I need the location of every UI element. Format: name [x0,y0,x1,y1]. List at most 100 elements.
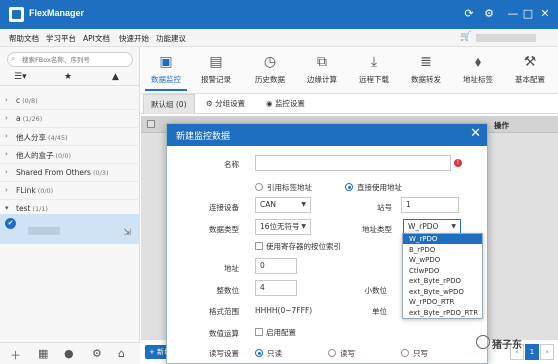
tree-group[interactable]: › FLink (0/0) [0,182,140,200]
radio-ref-tag-label: 引用标签地址 [267,183,312,192]
gear-icon[interactable]: ⚙ [482,7,496,21]
account-placeholder[interactable] [476,34,536,42]
group-label: FLink [16,186,36,195]
data-type-select[interactable]: 16位无符号 ▼ [255,219,311,235]
device-select[interactable]: CAN ▼ [255,197,311,213]
tool-remote-download[interactable]: ⤓ 远程下载 [349,51,399,91]
use-register-bit-checkbox[interactable] [255,242,263,250]
radio-direct-address[interactable] [345,183,353,191]
radio-write-only[interactable] [401,349,409,357]
tag-icon: ⬧ [474,54,482,70]
user-icon[interactable]: ● [64,347,74,360]
menu-feedback[interactable]: 功能建议 [156,33,186,44]
dropdown-option[interactable]: ext_Byte_wPDO [403,287,482,297]
list-view-icon[interactable]: ☰▾ [14,72,27,82]
chevron-right-icon: › [5,132,8,140]
close-icon[interactable]: ✕ [470,127,481,141]
download-icon: ⤓ [370,54,378,70]
search-box[interactable]: ⌕ [7,52,133,67]
app-logo-icon [9,7,24,22]
tool-address-tags[interactable]: ⬧ 地址标签 [453,51,503,91]
group-label: 他人分享 [16,133,46,142]
dropdown-option[interactable]: ext_Byte_rPDO_RTR [403,308,482,318]
radio-read-only[interactable] [255,349,263,357]
tool-label: 远程下载 [359,75,389,84]
group-label: 他人的盒子 [16,151,54,160]
format-range-label: 格式范围 [209,307,239,316]
dialog-title: 新建监控数据 [176,132,231,142]
group-label: a [16,114,21,123]
tree-group[interactable]: › a (1/26) [0,110,140,128]
page-number[interactable]: 1 [525,344,539,360]
radio-read-write-label: 读写 [340,349,355,358]
caret-down-icon: ▼ [451,223,456,230]
tab-group-settings[interactable]: ⚙ 分组设置 [199,94,252,114]
required-icon: ! [454,159,462,167]
radio-ref-tag[interactable] [255,183,263,191]
menu-learning[interactable]: 学习平台 [46,33,76,44]
group-count: (4/45) [48,134,68,142]
cart-icon[interactable]: 🛒 [460,32,471,42]
tool-alarm-records[interactable]: ▤ 报警记录 [191,51,241,91]
warning-icon[interactable]: ▲ [112,72,119,82]
settings-icon[interactable]: ⚙ [92,347,102,360]
menu-api-docs[interactable]: API文档 [83,33,110,44]
globe-icon: ◉ [266,99,275,108]
dropdown-option[interactable]: B_rPDO [403,245,482,255]
integer-digits-label: 整数位 [216,286,240,295]
dropdown-option[interactable]: ext_Byte_rPDO [403,276,482,286]
address-input[interactable]: 0 [255,258,297,274]
device-select-value: CAN [260,200,276,209]
tree-group[interactable]: › Shared From Others (0/3) [0,164,140,182]
dropdown-option[interactable]: W_wPDO [403,255,482,265]
group-label: c [16,96,21,105]
tool-history-data[interactable]: ◷ 历史数据 [245,51,295,91]
menu-help-docs[interactable]: 帮助文档 [9,33,39,44]
station-input[interactable]: 1 [401,197,459,213]
network-icon: ⧉ [317,54,327,70]
tab-monitor-settings[interactable]: ◉ 监控设置 [259,94,312,114]
menu-quick-start[interactable]: 快速开始 [119,33,149,44]
radio-read-write[interactable] [328,349,336,357]
clock-icon: ◷ [263,54,277,70]
database-icon: ≣ [420,54,432,70]
tree-group[interactable]: › 他人的盒子 (0/0) [0,146,140,164]
next-page-button[interactable]: › [540,344,554,360]
tab-default-group[interactable]: 默认组 (0) [143,94,195,114]
grid-icon[interactable]: ▦ [38,347,48,360]
radio-read-only-label: 只读 [267,349,282,358]
search-input[interactable] [22,54,128,65]
tool-data-forward[interactable]: ≣ 数据转发 [401,51,451,91]
link-icon[interactable]: ⇲ [123,228,131,238]
dropdown-option[interactable]: W_rPDO_RTR [403,297,482,307]
refresh-icon[interactable]: ⟳ [462,7,476,21]
rw-setting-label: 读写设置 [209,349,239,358]
title-bar: FlexManager ⟳ ⚙ — □ ✕ [0,0,558,29]
home-icon[interactable]: ⌂ [118,347,125,360]
minimize-icon[interactable]: — [506,7,520,21]
maximize-icon[interactable]: □ [521,7,535,21]
tool-data-monitor[interactable]: ▣ 数据监控 [141,51,191,91]
dialog-header: 新建监控数据 ✕ [167,124,487,146]
add-icon[interactable]: ＋ [10,347,21,363]
star-icon[interactable]: ★ [64,72,72,82]
device-name-redacted [28,227,60,235]
search-icon: ⌕ [11,54,16,63]
close-icon[interactable]: ✕ [538,7,552,21]
tool-basic-config[interactable]: ⚒ 基本配置 [505,51,555,91]
tool-edge-computing[interactable]: ⧉ 边缘计算 [297,51,347,91]
gear-icon: ⚙ [206,99,216,108]
dropdown-option[interactable]: CtlwPDO [403,266,482,276]
use-register-bit-label: 使用寄存器的按位索引 [266,242,341,251]
chevron-down-icon: ▾ [5,204,9,212]
name-input[interactable] [255,155,451,171]
integer-digits-input[interactable]: 4 [255,280,297,296]
radio-write-only-label: 只写 [413,349,428,358]
dropdown-option[interactable]: W_rPDO [403,234,482,244]
watermark-logo [476,335,490,349]
tree-group[interactable]: › c (0/8) [0,92,140,110]
tree-group[interactable]: › 他人分享 (4/45) [0,128,140,146]
device-label: 连接设备 [209,203,239,212]
enable-config-checkbox[interactable] [255,328,263,336]
device-item[interactable]: ✔ ⇲ [0,214,140,244]
